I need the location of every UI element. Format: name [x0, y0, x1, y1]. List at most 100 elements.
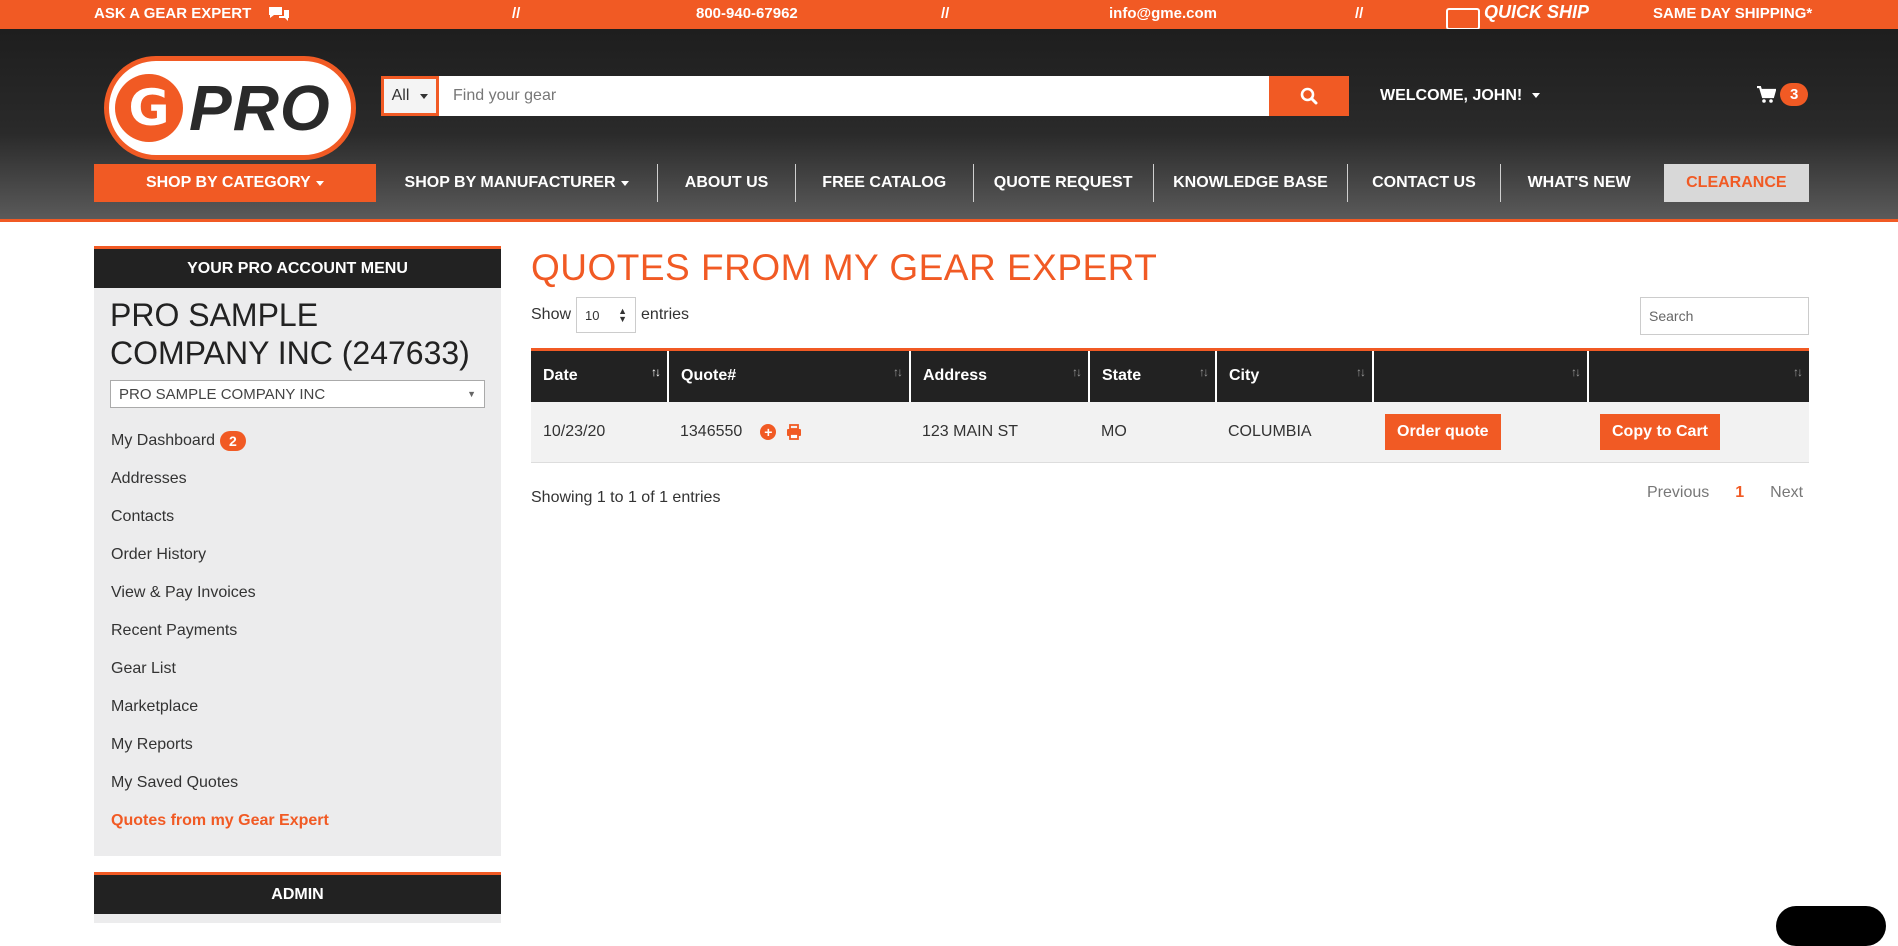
- column-label: City: [1229, 367, 1260, 385]
- pagination-next[interactable]: Next: [1770, 484, 1803, 502]
- sidebar-item-label: Marketplace: [111, 698, 199, 715]
- sidebar-item-label: View & Pay Invoices: [111, 584, 256, 601]
- sidebar-item-label: Addresses: [111, 470, 187, 487]
- sidebar-item-label: Recent Payments: [111, 622, 238, 639]
- copy-to-cart-button[interactable]: Copy to Cart: [1600, 413, 1720, 450]
- nav-quote-request[interactable]: QUOTE REQUEST: [972, 164, 1153, 202]
- sidebar-item-recent-payments[interactable]: Recent Payments: [94, 612, 501, 650]
- chevron-down-icon: [420, 93, 429, 99]
- cart-button[interactable]: 3: [1756, 83, 1809, 106]
- sort-icon: ↑↓: [1199, 365, 1209, 379]
- sidebar-item-contacts[interactable]: Contacts: [94, 498, 501, 536]
- sidebar-item-quotes-from-gear-expert[interactable]: Quotes from my Gear Expert: [94, 802, 501, 840]
- sidebar-item-label: My Dashboard: [111, 432, 216, 449]
- column-header-copy[interactable]: ↑↓: [1587, 348, 1809, 402]
- company-name: PRO SAMPLE COMPANY INC (247633): [110, 297, 470, 371]
- sort-icon: ↑↓: [1571, 365, 1581, 379]
- nav-knowledge-base[interactable]: KNOWLEDGE BASE: [1152, 164, 1348, 202]
- entries-select-value: 10: [585, 307, 600, 323]
- nav-label: WHAT'S NEW: [1527, 174, 1631, 191]
- entries-select[interactable]: 10 ▲ ▼: [576, 297, 637, 333]
- column-header-quote[interactable]: Quote# ↑↓: [667, 348, 910, 402]
- sidebar-item-order-history[interactable]: Order History: [94, 536, 501, 574]
- sidebar-item-gear-list[interactable]: Gear List: [94, 650, 501, 688]
- cell-quote: 1346550 +: [668, 401, 910, 463]
- sidebar-item-my-reports[interactable]: My Reports: [94, 726, 501, 764]
- column-header-order[interactable]: ↑↓: [1372, 348, 1588, 402]
- company-select-value: PRO SAMPLE COMPANY INC: [119, 385, 326, 403]
- sidebar-item-label: Order History: [111, 546, 207, 563]
- sidebar-item-label: Quotes from my Gear Expert: [111, 812, 329, 829]
- email-link[interactable]: info@gme.com: [1109, 5, 1217, 22]
- quote-number: 1346550: [680, 422, 743, 440]
- search-category-dropdown[interactable]: All: [381, 76, 439, 116]
- print-icon[interactable]: [786, 423, 802, 440]
- nav-label: SHOP BY CATEGORY: [145, 174, 311, 191]
- pagination-page-1[interactable]: 1: [1723, 484, 1756, 502]
- sidebar-item-label: Contacts: [111, 508, 175, 525]
- column-header-date[interactable]: Date ↑↓: [531, 348, 668, 402]
- sidebar-item-label: Gear List: [111, 660, 176, 677]
- column-header-state[interactable]: State ↑↓: [1088, 348, 1216, 402]
- nav-label: CONTACT US: [1372, 174, 1476, 191]
- logo-text: PRO: [189, 72, 331, 144]
- account-menu[interactable]: WELCOME, JOHN!: [1380, 87, 1540, 105]
- sidebar-item-my-dashboard[interactable]: My Dashboard 2: [94, 422, 501, 460]
- cart-icon: [1757, 85, 1776, 103]
- separator: //: [1355, 5, 1364, 22]
- order-quote-button[interactable]: Order quote: [1385, 413, 1501, 450]
- site-logo[interactable]: G PRO: [104, 56, 356, 160]
- cell-copy: Copy to Cart: [1588, 401, 1809, 463]
- box-icon: [1446, 8, 1480, 31]
- account-sidebar: YOUR PRO ACCOUNT MENU PRO SAMPLE COMPANY…: [94, 246, 501, 856]
- main-nav: SHOP BY CATEGORY SHOP BY MANUFACTURER AB…: [94, 164, 1809, 202]
- nav-label: KNOWLEDGE BASE: [1173, 174, 1328, 191]
- nav-clearance[interactable]: CLEARANCE: [1663, 164, 1809, 202]
- search-category-value: All: [391, 87, 410, 104]
- page-title: QUOTES FROM MY GEAR EXPERT: [531, 247, 1158, 288]
- nav-shop-by-manufacturer[interactable]: SHOP BY MANUFACTURER: [376, 164, 658, 202]
- sort-icon: ↑↓: [1356, 365, 1366, 379]
- column-header-city[interactable]: City ↑↓: [1215, 348, 1373, 402]
- table-header-row: Date ↑↓ Quote# ↑↓ Address ↑↓ State ↑↓ City ↑↓…: [531, 348, 1809, 402]
- cell-city: COLUMBIA: [1216, 401, 1373, 463]
- cell-state: MO: [1089, 401, 1216, 463]
- sidebar-item-my-saved-quotes[interactable]: My Saved Quotes: [94, 764, 501, 802]
- chat-icon[interactable]: [267, 4, 291, 28]
- chevron-down-icon: [620, 180, 629, 186]
- sort-icon: ↑↓: [1793, 365, 1803, 379]
- nav-label: QUOTE REQUEST: [993, 174, 1133, 191]
- sidebar-item-label: My Reports: [111, 736, 193, 753]
- chevron-down-icon: [315, 180, 324, 186]
- table-search-input[interactable]: [1640, 297, 1809, 335]
- nav-about-us[interactable]: ABOUT US: [657, 164, 794, 202]
- expand-plus-icon[interactable]: +: [760, 423, 777, 440]
- phone-link[interactable]: 800-940-67962: [696, 5, 798, 22]
- quick-ship-badge: QUICK SHIP: [1446, 2, 1590, 31]
- search-button[interactable]: [1269, 76, 1349, 116]
- nav-free-catalog[interactable]: FREE CATALOG: [794, 164, 973, 202]
- dropdown-arrow-icon: ▼: [467, 389, 476, 399]
- nav-label: CLEARANCE: [1686, 174, 1787, 191]
- company-select[interactable]: PRO SAMPLE COMPANY INC ▼: [110, 380, 485, 408]
- search-input[interactable]: [439, 76, 1269, 116]
- pagination-previous[interactable]: Previous: [1647, 484, 1709, 502]
- nav-whats-new[interactable]: WHAT'S NEW: [1499, 164, 1658, 202]
- ask-expert-link[interactable]: ASK A GEAR EXPERT: [94, 5, 251, 22]
- sidebar-item-view-pay-invoices[interactable]: View & Pay Invoices: [94, 574, 501, 612]
- welcome-text: WELCOME, JOHN!: [1380, 87, 1523, 104]
- column-label: Quote#: [681, 367, 737, 385]
- select-arrows-icon: ▲ ▼: [618, 306, 628, 324]
- sidebar-item-label: My Saved Quotes: [111, 774, 239, 791]
- quick-ship-label: QUICK SHIP: [1484, 2, 1590, 22]
- nav-label: SHOP BY MANUFACTURER: [404, 174, 616, 191]
- nav-shop-by-category[interactable]: SHOP BY CATEGORY: [94, 164, 376, 202]
- column-header-address[interactable]: Address ↑↓: [909, 348, 1089, 402]
- chat-widget-button[interactable]: [1776, 906, 1886, 946]
- sidebar-links: My Dashboard 2 Addresses Contacts Order H…: [94, 422, 501, 840]
- cart-count-badge: 3: [1780, 83, 1809, 106]
- nav-contact-us[interactable]: CONTACT US: [1347, 164, 1499, 202]
- sidebar-item-addresses[interactable]: Addresses: [94, 460, 501, 498]
- column-label: Address: [923, 367, 988, 385]
- sidebar-item-marketplace[interactable]: Marketplace: [94, 688, 501, 726]
